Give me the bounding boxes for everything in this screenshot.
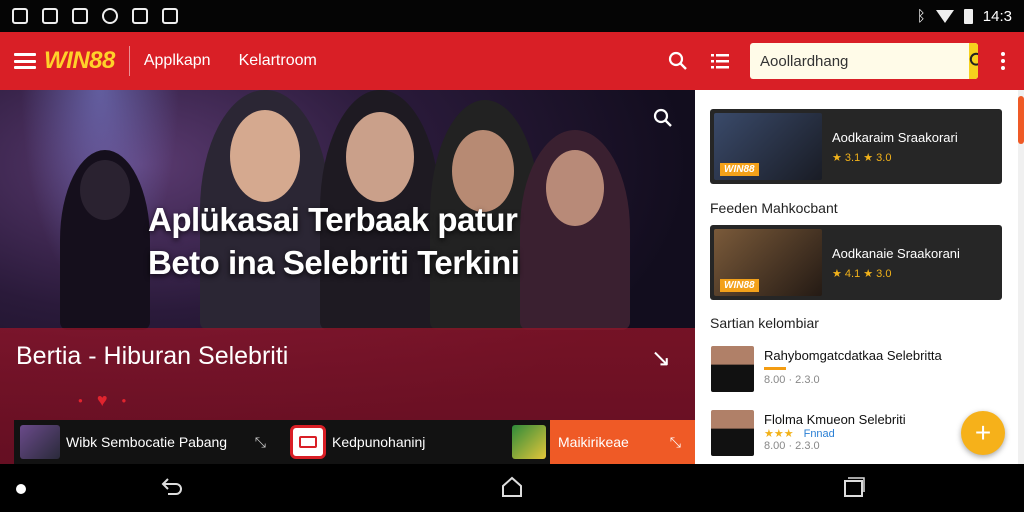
feature-title: Aodkaraim Sraakorari: [832, 129, 958, 145]
hearts-decoration: ● ♥ ●: [78, 390, 126, 411]
background-person: [60, 150, 150, 330]
hero-title-line1: Aplükasai Terbaak patur: [148, 201, 518, 238]
hero-title: Aplükasai Terbaak patur Beto ina Selebri…: [148, 198, 520, 284]
sidebar-feed: WIN88 Aodkaraim Sraakorari ★ 3.1 ★ 3.0 F…: [695, 90, 1024, 464]
search-input[interactable]: [750, 52, 969, 70]
collapse-icon[interactable]: ⤡: [670, 434, 681, 451]
tab-item[interactable]: Wibk Sembocatie Pabang ⤡: [14, 420, 280, 464]
feature-thumbnail: WIN88: [714, 113, 822, 180]
heart-icon: ●: [78, 396, 83, 405]
notification-icons: [12, 8, 178, 24]
add-fab-button[interactable]: +: [961, 411, 1005, 455]
win88-badge: WIN88: [720, 279, 759, 292]
tab-label: Wibk Sembocatie Pabang: [66, 434, 228, 450]
brand-logo[interactable]: WIN88: [44, 47, 115, 75]
tab-thumbnail: [20, 425, 60, 459]
list-icon[interactable]: [708, 49, 732, 73]
expand-arrow-icon[interactable]: ↘: [651, 344, 671, 373]
tab-label: Maikirikeae: [558, 434, 629, 450]
image-icon: [132, 8, 148, 24]
feature-card[interactable]: WIN88 Aodkaraim Sraakorari ★ 3.1 ★ 3.0: [710, 109, 1002, 184]
clock-icon: [102, 8, 118, 24]
scrollbar-thumb[interactable]: [1018, 96, 1024, 144]
list-item[interactable]: Flolma Kmueon Selebriti ★★★ Fnnad 8.00 ·…: [711, 410, 1001, 462]
status-bar: ᛒ 14:3: [0, 0, 1024, 32]
picture-icon: [162, 8, 178, 24]
tab-item-active[interactable]: Maikirikeae ⤡: [550, 420, 695, 464]
menu-icon[interactable]: [14, 53, 36, 69]
search-button[interactable]: [969, 43, 978, 79]
search-icon[interactable]: [666, 49, 690, 73]
wifi-icon: [935, 9, 954, 23]
hero-title-line2: Beto ina Selebriti Terkini: [148, 244, 520, 281]
bluetooth-icon: ᛒ: [916, 7, 926, 25]
celebrity-photo: [520, 130, 630, 330]
tab-thumbnail: [512, 425, 546, 459]
list-thumbnail: [711, 346, 754, 392]
nav-link-app[interactable]: Applkapn: [144, 52, 211, 70]
tab-label: Kedpunohaninj: [332, 434, 426, 450]
back-icon[interactable]: [160, 476, 184, 503]
photo-icon: [42, 8, 58, 24]
clock-time: 14:3: [982, 7, 1012, 25]
list-meta: 8.00 · 2.3.0: [764, 374, 820, 386]
more-vert-icon[interactable]: [996, 49, 1010, 73]
feature-title: Aodkanaie Sraakorani: [832, 245, 960, 261]
battery-icon: [963, 8, 973, 24]
section-heading: Sartian kelombiar: [710, 315, 819, 331]
tab-item[interactable]: Kedpunohaninj ⤡: [280, 420, 550, 464]
app-tab-strip: Wibk Sembocatie Pabang ⤡ Kedpunohaninj ⤡…: [14, 420, 695, 464]
gallery-icon: [12, 8, 28, 24]
assistant-dot-icon[interactable]: [16, 484, 26, 494]
section-heading: Feeden Mahkocbant: [710, 200, 838, 216]
list-item[interactable]: Rahybomgatcdatkaa Selebritta 8.00 · 2.3.…: [711, 346, 1001, 398]
nav-link-room[interactable]: Kelartroom: [239, 52, 317, 70]
home-icon[interactable]: [500, 476, 524, 503]
accent-bar: [764, 367, 786, 370]
hero-band-title: Bertia - Hiburan Selebriti: [16, 342, 289, 370]
divider: [128, 46, 130, 76]
list-title: Rahybomgatcdatkaa Selebritta: [764, 348, 942, 363]
app-bar: WIN88 Applkapn Kelartroom: [0, 32, 1024, 90]
rating-stars: ★★★: [764, 428, 794, 440]
hero-banner[interactable]: Aplükasai Terbaak patur Beto ina Selebri…: [0, 90, 695, 464]
list-badge: Fnnad: [803, 427, 835, 440]
collapse-icon[interactable]: ⤡: [255, 434, 266, 451]
hero-search-icon[interactable]: [653, 108, 673, 133]
recents-icon[interactable]: [842, 476, 866, 503]
win88-badge: WIN88: [720, 163, 759, 176]
feature-thumbnail: WIN88: [714, 229, 822, 296]
rating-stars: ★ 4.1 ★ 3.0: [832, 267, 892, 280]
scrollbar-track[interactable]: [1018, 90, 1024, 464]
list-meta: 8.00 · 2.3.0: [764, 440, 820, 452]
image-icon: [72, 8, 88, 24]
search-box: [750, 43, 978, 79]
heart-icon: ♥: [96, 390, 108, 410]
system-nav-bar: [0, 464, 1024, 512]
rating-stars: ★ 3.1 ★ 3.0: [832, 151, 892, 164]
list-thumbnail: [711, 410, 754, 456]
list-title: Flolma Kmueon Selebriti: [764, 412, 906, 427]
heart-icon: ●: [121, 396, 127, 405]
feature-card[interactable]: WIN88 Aodkanaie Sraakorani ★ 4.1 ★ 3.0: [710, 225, 1002, 300]
app-icon: [290, 425, 326, 459]
